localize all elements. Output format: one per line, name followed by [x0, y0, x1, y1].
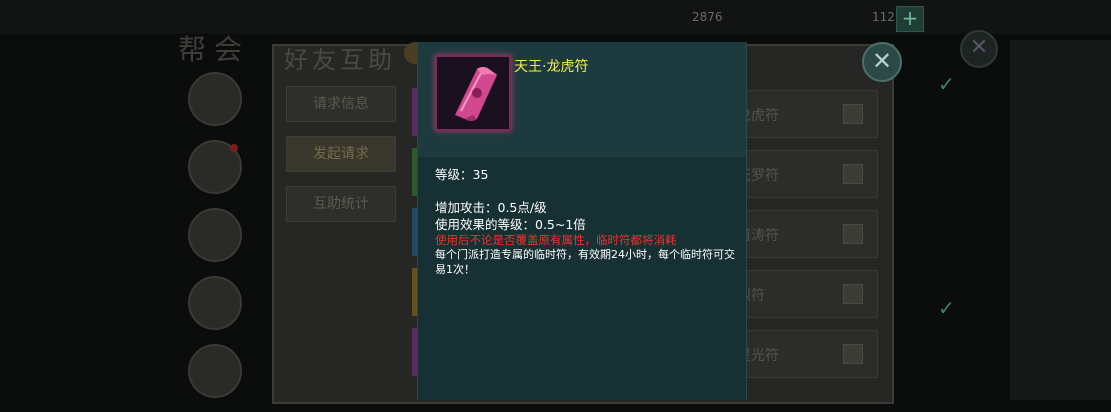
list-item-checkbox[interactable] [843, 104, 863, 124]
guild-side-icon-5[interactable] [188, 344, 242, 398]
list-item[interactable]: 星光符 [730, 330, 878, 378]
resource-count-2: 112 [872, 10, 895, 24]
guild-side-icon-4[interactable] [188, 276, 242, 330]
tab-help-stats[interactable]: 互助统计 [286, 186, 396, 222]
scroll-icon [455, 67, 497, 121]
guild-side-menu [188, 72, 244, 412]
item-tooltip: 天王·龙虎符 等级：35 增加攻击：0.5点/级 使用效果的等级：0.5~1倍 … [417, 42, 747, 400]
notification-dot [230, 144, 238, 152]
add-resource-button[interactable]: + [896, 6, 924, 32]
background-close-icon[interactable]: ✕ [960, 30, 998, 68]
top-resource-bar: 2876 112 [0, 0, 1111, 34]
list-item-checkbox[interactable] [843, 284, 863, 304]
check-mark-icon: ✓ [938, 296, 955, 320]
list-item[interactable]: 龙虎符 [730, 90, 878, 138]
resource-count-1: 2876 [692, 10, 723, 24]
guild-side-icon-3[interactable] [188, 208, 242, 262]
list-item[interactable]: 天罗符 [730, 150, 878, 198]
list-item-checkbox[interactable] [843, 344, 863, 364]
close-button[interactable]: ✕ [862, 42, 902, 82]
item-level: 等级：35 [435, 167, 489, 182]
tooltip-header: 天王·龙虎符 [418, 42, 746, 157]
tab-send-request[interactable]: 发起请求 [286, 136, 396, 172]
guild-side-icon-1[interactable] [188, 72, 242, 126]
list-item-checkbox[interactable] [843, 224, 863, 244]
item-attribute-effect-level: 使用效果的等级：0.5~1倍 [435, 217, 586, 232]
talisman-item-icon [435, 55, 511, 131]
item-warning: 使用后不论是否覆盖原有属性，临时符都将消耗 [435, 233, 677, 247]
list-item[interactable]: 烈符 [730, 270, 878, 318]
guild-side-icon-2[interactable] [188, 140, 242, 194]
item-description: 每个门派打造专属的临时符，有效期24小时，每个临时符可交易1次！ [435, 248, 735, 276]
panel-title: 好友互助 [284, 46, 396, 74]
check-mark-icon: ✓ [938, 72, 955, 96]
list-item[interactable]: 清涛符 [730, 210, 878, 258]
tab-request-info[interactable]: 请求信息 [286, 86, 396, 122]
item-name: 天王·龙虎符 [514, 59, 589, 75]
list-item-checkbox[interactable] [843, 164, 863, 184]
guild-title: 帮会 [178, 33, 251, 66]
background-right-panel [1010, 40, 1111, 400]
